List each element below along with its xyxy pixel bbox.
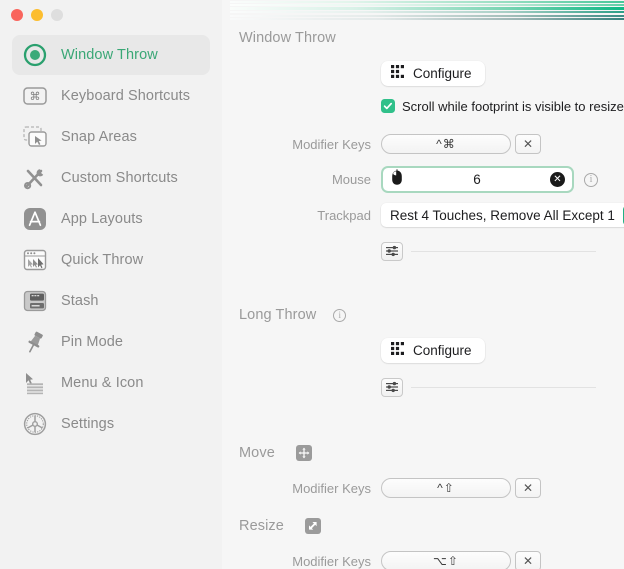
preferences-window: Window Throw ⌘ Keyboard Shortcuts [0, 0, 624, 569]
grid-icon [391, 65, 404, 81]
sidebar-item-label: Menu & Icon [61, 375, 144, 391]
sidebar-item-label: Quick Throw [61, 252, 143, 268]
configure-window-throw-button[interactable]: Configure [381, 61, 485, 86]
section-label: Resize [239, 518, 284, 534]
section-label: Window Throw [239, 30, 336, 46]
mouse-input[interactable]: 6 ✕ [381, 166, 574, 193]
window-controls [0, 0, 222, 28]
scroll-resize-row: Scroll while footprint is visible to res… [222, 93, 624, 119]
app-store-icon [22, 206, 48, 232]
sidebar-item-app-layouts[interactable]: App Layouts [12, 199, 210, 239]
sidebar-item-quick-throw[interactable]: Quick Throw [12, 240, 210, 280]
trackpad-label: Trackpad [222, 208, 381, 223]
sidebar-item-stash[interactable]: Stash [12, 281, 210, 321]
mouse-info-icon[interactable]: i [584, 173, 598, 187]
grid-icon [391, 342, 404, 358]
window-throw-divider [411, 251, 596, 252]
sidebar-item-pin-mode[interactable]: Pin Mode [12, 322, 210, 362]
scroll-resize-label: Scroll while footprint is visible to res… [402, 99, 624, 114]
window-throw-modifier-clear-button[interactable]: ✕ [515, 134, 541, 154]
resize-modifier-keys-field[interactable]: ⌥⇧ [381, 551, 511, 569]
move-modifier-clear-button[interactable]: ✕ [515, 478, 541, 498]
svg-text:⌘: ⌘ [30, 91, 41, 103]
window-throw-configure-row: Configure [222, 60, 624, 86]
section-label: Long Throw [239, 307, 316, 323]
long-throw-configure-row: Configure [222, 337, 624, 363]
window-throw-sliders-button[interactable] [381, 242, 403, 261]
minimize-button[interactable] [31, 9, 43, 21]
section-title-resize: Resize [222, 518, 624, 534]
mouse-icon [390, 169, 404, 191]
sidebar-item-menu-icon[interactable]: Menu & Icon [12, 363, 210, 403]
scroll-resize-checkbox[interactable] [381, 99, 395, 113]
scroll-resize-checkbox-row[interactable]: Scroll while footprint is visible to res… [381, 99, 624, 114]
modifier-keys-label: Modifier Keys [222, 554, 381, 569]
sidebar-item-label: App Layouts [61, 211, 143, 227]
move-modifier-keys-row: Modifier Keys ^⇧ ✕ [222, 475, 624, 501]
long-throw-sliders-button[interactable] [381, 378, 403, 397]
sidebar-item-label: Snap Areas [61, 129, 137, 145]
menu-lines-icon [22, 370, 48, 396]
mouse-label: Mouse [222, 172, 381, 187]
resize-modifier-keys-row: Modifier Keys ⌥⇧ ✕ [222, 548, 624, 569]
mouse-value: 6 [404, 172, 550, 187]
modifier-keys-label: Modifier Keys [222, 481, 381, 496]
sidebar-item-label: Stash [61, 293, 99, 309]
long-throw-slider-row [222, 374, 624, 400]
zoom-button [51, 9, 63, 21]
resize-modifier-clear-button[interactable]: ✕ [515, 551, 541, 569]
section-title-window-throw: Window Throw [222, 30, 624, 46]
trackpad-select-value: Rest 4 Touches, Remove All Except 1 [390, 208, 615, 223]
window-throw-slider-row [222, 238, 624, 264]
sidebar-item-snap-areas[interactable]: Snap Areas [12, 117, 210, 157]
configure-button-label: Configure [413, 343, 472, 358]
window-throw-modifier-keys-row: Modifier Keys ^⌘ ✕ [222, 131, 624, 157]
keyboard-command-icon: ⌘ [22, 83, 48, 109]
mouse-row: Mouse 6 ✕ i [222, 166, 624, 193]
pushpin-icon [22, 329, 48, 355]
long-throw-info-icon[interactable]: i [333, 309, 346, 322]
move-modifier-keys-field[interactable]: ^⇧ [381, 478, 511, 498]
main-content: Window Throw [222, 0, 624, 569]
hammer-wrench-icon [22, 165, 48, 191]
target-circle-icon [22, 42, 48, 68]
section-label: Move [239, 445, 275, 461]
sidebar-item-settings[interactable]: Settings [12, 404, 210, 444]
sidebar-item-label: Custom Shortcuts [61, 170, 178, 186]
long-throw-divider [411, 387, 596, 388]
close-button[interactable] [11, 9, 23, 21]
trackpad-row: Trackpad Rest 4 Touches, Remove All Exce… [222, 202, 624, 228]
mouse-clear-button[interactable]: ✕ [550, 172, 565, 187]
configure-button-label: Configure [413, 66, 472, 81]
section-title-long-throw: Long Throw i [222, 307, 624, 323]
move-arrows-icon [296, 445, 312, 461]
sidebar-nav: Window Throw ⌘ Keyboard Shortcuts [0, 35, 222, 444]
gear-icon [22, 411, 48, 437]
stash-window-icon [22, 288, 48, 314]
resize-diagonal-icon [305, 518, 321, 534]
window-throw-modifier-keys-field[interactable]: ^⌘ [381, 134, 511, 154]
section-title-move: Move [222, 445, 624, 461]
sidebar-item-label: Pin Mode [61, 334, 123, 350]
snap-areas-icon [22, 124, 48, 150]
trackpad-select[interactable]: Rest 4 Touches, Remove All Except 1 [381, 203, 624, 227]
sidebar-item-custom-shortcuts[interactable]: Custom Shortcuts [12, 158, 210, 198]
quick-throw-icon [22, 247, 48, 273]
sidebar-item-label: Keyboard Shortcuts [61, 88, 190, 104]
modifier-keys-label: Modifier Keys [222, 137, 381, 152]
sidebar-item-keyboard-shortcuts[interactable]: ⌘ Keyboard Shortcuts [12, 76, 210, 116]
sidebar: Window Throw ⌘ Keyboard Shortcuts [0, 0, 222, 569]
sidebar-item-label: Window Throw [61, 47, 158, 63]
sidebar-item-window-throw[interactable]: Window Throw [12, 35, 210, 75]
configure-long-throw-button[interactable]: Configure [381, 338, 485, 363]
sidebar-item-label: Settings [61, 416, 114, 432]
